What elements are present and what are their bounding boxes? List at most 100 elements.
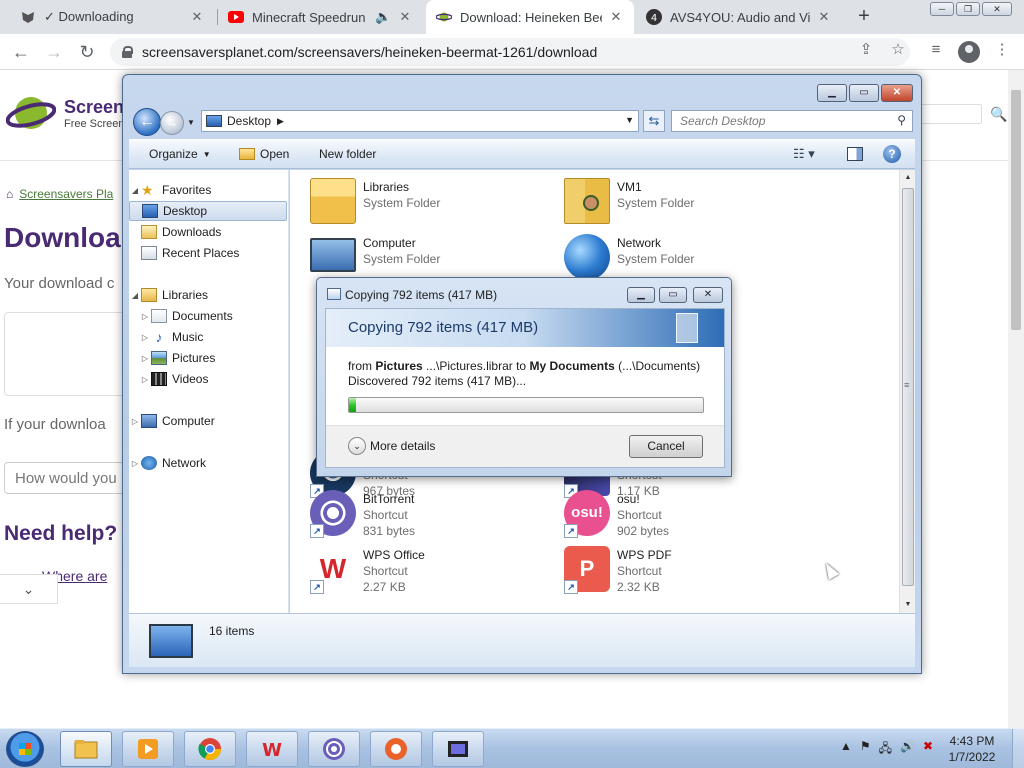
chevron-down-icon[interactable]: ⌄ (348, 437, 366, 455)
address-dropdown-icon[interactable]: ▼ (625, 115, 634, 125)
scroll-up-icon[interactable]: ▲ (900, 170, 916, 186)
address-bar[interactable]: screensaversplanet.com/screensavers/hein… (110, 38, 910, 66)
menu-kebab-icon[interactable]: ⋮ (992, 40, 1012, 60)
file-item-wps-office[interactable]: W ↗ WPS Office Shortcut 2.27 KB (310, 546, 560, 594)
audio-icon[interactable]: 🔈 (375, 9, 391, 25)
bookmark-star-icon[interactable]: ☆ (888, 40, 908, 60)
taskbar-bittorrent-button[interactable] (308, 731, 360, 767)
file-item-bittorrent[interactable]: ↗ BitTorrent Shortcut 831 bytes (310, 490, 560, 538)
file-item-osu[interactable]: osu! ↗ osu! Shortcut 902 bytes (564, 490, 814, 538)
tab-close-icon[interactable]: ✕ (816, 9, 832, 25)
tab-minecraft[interactable]: Minecraft Speedrun W 🔈 ✕ (218, 0, 423, 34)
expand-arrow-icon[interactable]: ◢ (129, 186, 141, 195)
scrollbar-thumb[interactable] (1011, 90, 1021, 330)
tab-heineken-download[interactable]: Download: Heineken Beerm ✕ (426, 0, 634, 34)
share-icon[interactable]: ⇪ (856, 40, 876, 60)
source-link[interactable]: Pictures (375, 359, 422, 373)
expand-arrow-icon[interactable]: ▷ (129, 459, 141, 468)
minimize-button[interactable]: ▁ (817, 84, 847, 102)
minimize-window-button[interactable]: ─ (930, 2, 954, 16)
new-tab-button[interactable]: + (852, 5, 876, 29)
forward-arrow-icon[interactable]: → (160, 111, 184, 135)
close-button[interactable]: ✕ (693, 287, 723, 303)
file-list-scrollbar[interactable]: ▲ ≡ ▼ (899, 170, 915, 613)
more-details-toggle[interactable]: ⌄ More details (348, 437, 435, 455)
restore-window-button[interactable]: ❐ (956, 2, 980, 16)
back-arrow-icon[interactable]: ← (9, 40, 33, 64)
expand-arrow-icon[interactable]: ▷ (139, 333, 151, 342)
taskbar-explorer-button[interactable] (60, 731, 112, 767)
file-item-libraries[interactable]: Libraries System Folder (310, 178, 560, 226)
expand-arrow-icon[interactable]: ▷ (129, 417, 141, 426)
tab-close-icon[interactable]: ✕ (397, 9, 413, 25)
maximize-button[interactable]: ▭ (849, 84, 879, 102)
search-icon[interactable]: 🔍 (990, 106, 1007, 123)
nav-videos[interactable]: ▷ Videos (129, 369, 287, 389)
tab-close-icon[interactable]: ✕ (189, 9, 205, 25)
tab-close-icon[interactable]: ✕ (608, 9, 624, 25)
nav-network[interactable]: ▷ Network (129, 453, 287, 473)
expand-arrow-icon[interactable]: ▷ (139, 312, 151, 321)
nav-downloads[interactable]: Downloads (129, 222, 287, 242)
new-folder-button[interactable]: New folder (319, 147, 376, 161)
start-button[interactable] (6, 731, 44, 767)
nav-documents[interactable]: ▷ Documents (129, 306, 287, 326)
taskbar-media-player-button[interactable] (122, 731, 174, 767)
site-name[interactable]: Screen (64, 97, 124, 118)
clock[interactable]: 4:43 PM 1/7/2022 (940, 733, 1004, 765)
minimize-button[interactable]: ▁ (627, 287, 655, 303)
taskbar-video-app-button[interactable] (370, 731, 422, 767)
close-button[interactable]: ✕ (881, 84, 913, 102)
file-item-vm1[interactable]: VM1 System Folder (564, 178, 814, 226)
nav-desktop[interactable]: Desktop (129, 201, 287, 221)
page-scrollbar[interactable] (1008, 70, 1024, 728)
history-dropdown-icon[interactable]: ▼ (187, 118, 195, 127)
network-tray-icon[interactable]: 🖧 (879, 739, 892, 760)
nav-pictures[interactable]: ▷ Pictures (129, 348, 287, 368)
power-warning-icon[interactable]: ✖ (923, 739, 933, 760)
refresh-icon[interactable]: ⇆ (643, 110, 665, 132)
tab-avs4you[interactable]: 4 AVS4YOU: Audio and Video ✕ (636, 0, 842, 34)
change-view-icon[interactable]: ☷ ▾ (793, 146, 815, 162)
show-hidden-icons-icon[interactable]: ▲ (840, 739, 852, 760)
nav-favorites[interactable]: ◢ ★ Favorites (129, 180, 287, 200)
scroll-down-icon[interactable]: ▼ (900, 597, 916, 613)
nav-computer[interactable]: ▷ Computer (129, 411, 287, 431)
explorer-search-input[interactable]: Search Desktop ⚲ (671, 110, 913, 132)
destination-link[interactable]: My Documents (529, 359, 614, 373)
explorer-address-bar[interactable]: Desktop ▶ ▼ (201, 110, 639, 132)
taskbar-chrome-button[interactable] (184, 731, 236, 767)
show-desktop-button[interactable] (1012, 729, 1024, 768)
open-button[interactable]: Open (239, 147, 289, 161)
volume-icon[interactable]: 🔊 (900, 739, 915, 760)
expand-arrow-icon[interactable]: ▷ (139, 375, 151, 384)
help-icon[interactable]: ? (883, 145, 901, 163)
nav-libraries[interactable]: ◢ Libraries (129, 285, 287, 305)
chevron-right-icon[interactable]: ▶ (277, 116, 284, 127)
forward-arrow-icon[interactable]: → (42, 40, 66, 64)
cancel-button[interactable]: Cancel (629, 435, 703, 458)
chevron-down-icon[interactable]: ⌄ (0, 574, 58, 604)
close-window-button[interactable]: ✕ (982, 2, 1012, 16)
file-item-wps-pdf[interactable]: P ↗ WPS PDF Shortcut 2.32 KB (564, 546, 814, 594)
preview-pane-icon[interactable] (847, 147, 863, 161)
breadcrumb[interactable]: ⌂ Screensavers Pla (6, 187, 113, 201)
organize-button[interactable]: Organize ▼ (149, 147, 211, 161)
expand-arrow-icon[interactable]: ◢ (129, 291, 141, 300)
back-arrow-icon[interactable]: ← (133, 108, 161, 136)
nav-recent-places[interactable]: Recent Places (129, 243, 287, 263)
action-center-icon[interactable]: ⚑ (860, 739, 871, 760)
maximize-button[interactable]: ▭ (659, 287, 687, 303)
search-icon[interactable]: ⚲ (897, 113, 906, 127)
breadcrumb-link[interactable]: Screensavers Pla (19, 187, 113, 201)
profile-avatar-icon[interactable] (958, 41, 980, 63)
media-control-icon[interactable]: ≡ (926, 40, 946, 60)
reload-icon[interactable]: ↻ (75, 40, 99, 64)
taskbar-video-editor-button[interactable] (432, 731, 484, 767)
tab-downloading[interactable]: ✓ Downloading ✕ (10, 0, 215, 34)
home-icon[interactable]: ⌂ (6, 187, 13, 201)
file-item-network[interactable]: Network System Folder (564, 234, 814, 282)
nav-music[interactable]: ▷ ♪ Music (129, 327, 287, 347)
expand-arrow-icon[interactable]: ▷ (139, 354, 151, 363)
file-item-computer[interactable]: Computer System Folder (310, 234, 560, 282)
